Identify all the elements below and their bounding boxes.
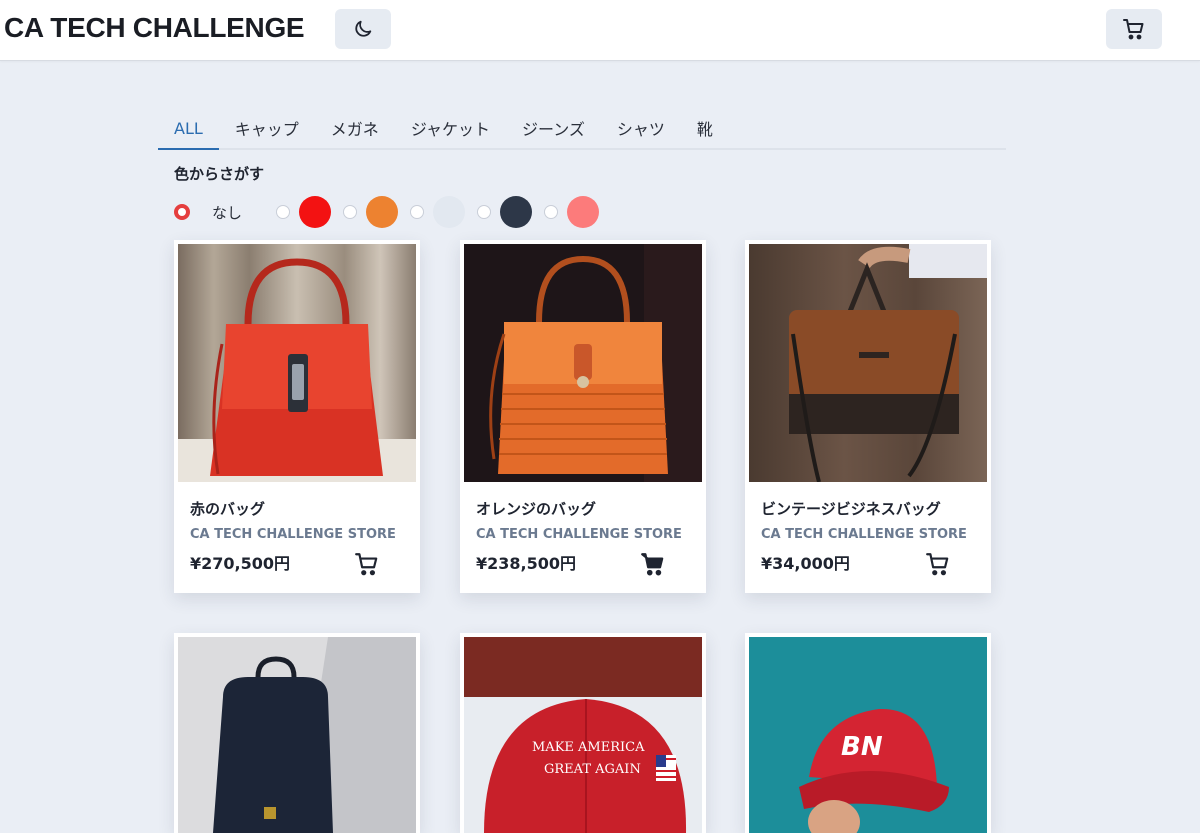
color-swatch-dark-navy[interactable]	[500, 196, 533, 228]
product-card[interactable]	[174, 633, 420, 833]
color-radio-none[interactable]	[174, 204, 190, 220]
product-image-orange-bag[interactable]	[464, 244, 702, 482]
cap-logo-text: BN	[841, 732, 883, 762]
color-option-salmon[interactable]	[544, 196, 600, 228]
product-store: CA TECH CHALLENGE STORE	[761, 527, 967, 542]
tab-glasses[interactable]: メガネ	[315, 108, 395, 148]
cart-outline-icon	[354, 551, 380, 577]
product-card[interactable]: MAKE AMERICA GREAT AGAIN	[460, 633, 706, 833]
color-option-red[interactable]	[276, 196, 332, 228]
product-card[interactable]: ビンテージビジネスバッグ CA TECH CHALLENGE STORE ¥34…	[745, 240, 991, 593]
color-option-dark-navy[interactable]	[477, 196, 533, 228]
product-image-cap-teal[interactable]: BN	[749, 637, 987, 833]
cart-icon	[1122, 17, 1146, 41]
add-to-cart-button[interactable]	[352, 550, 382, 578]
product-price: ¥238,500円	[476, 554, 577, 573]
add-to-cart-button[interactable]	[638, 550, 668, 578]
product-image-business-bag[interactable]	[749, 244, 987, 482]
color-filter: なし	[174, 196, 611, 228]
product-image-red-bag[interactable]	[178, 244, 416, 482]
color-radio-light-gray[interactable]	[410, 205, 425, 219]
color-radio-dark-navy[interactable]	[477, 205, 492, 219]
product-price: ¥270,500円	[190, 554, 291, 573]
color-radio-salmon[interactable]	[544, 205, 559, 219]
cart-filled-icon	[640, 551, 666, 577]
tab-shoes[interactable]: 靴	[681, 108, 729, 148]
color-none-label[interactable]: なし	[212, 202, 242, 223]
color-swatch-red[interactable]	[299, 196, 332, 228]
product-name[interactable]: ビンテージビジネスバッグ	[761, 498, 941, 519]
cap-text-line1: MAKE AMERICA	[532, 740, 645, 755]
cap-text-line2: GREAT AGAIN	[544, 762, 641, 777]
tab-jeans[interactable]: ジーンズ	[506, 108, 601, 148]
add-to-cart-button[interactable]	[923, 550, 953, 578]
color-radio-red[interactable]	[276, 205, 291, 219]
product-name[interactable]: オレンジのバッグ	[476, 498, 596, 519]
cart-button[interactable]	[1106, 9, 1162, 49]
color-filter-title: 色からさがす	[174, 165, 265, 183]
color-radio-orange[interactable]	[343, 205, 358, 219]
tab-jacket[interactable]: ジャケット	[395, 108, 506, 148]
product-store: CA TECH CHALLENGE STORE	[190, 527, 396, 542]
color-option-orange[interactable]	[343, 196, 399, 228]
moon-icon	[352, 18, 374, 40]
header: CA TECH CHALLENGE	[0, 0, 1200, 61]
product-price: ¥34,000円	[761, 554, 850, 573]
theme-toggle-button[interactable]	[335, 9, 391, 49]
site-title[interactable]: CA TECH CHALLENGE	[4, 12, 305, 44]
product-card[interactable]: BN	[745, 633, 991, 833]
product-image-red-cap[interactable]: MAKE AMERICA GREAT AGAIN	[464, 637, 702, 833]
product-name[interactable]: 赤のバッグ	[190, 498, 265, 519]
color-swatch-light-gray[interactable]	[433, 196, 466, 228]
product-card[interactable]: オレンジのバッグ CA TECH CHALLENGE STORE ¥238,50…	[460, 240, 706, 593]
color-option-light-gray[interactable]	[410, 196, 466, 228]
product-store: CA TECH CHALLENGE STORE	[476, 527, 682, 542]
tab-cap[interactable]: キャップ	[219, 108, 315, 148]
color-swatch-orange[interactable]	[366, 196, 399, 228]
category-tabs: ALL キャップ メガネ ジャケット ジーンズ シャツ 靴	[158, 108, 1006, 150]
cart-outline-icon	[925, 551, 951, 577]
product-card[interactable]: 赤のバッグ CA TECH CHALLENGE STORE ¥270,500円	[174, 240, 420, 593]
tab-shirt[interactable]: シャツ	[601, 108, 681, 148]
tab-all[interactable]: ALL	[158, 108, 219, 150]
product-image-backpack[interactable]	[178, 637, 416, 833]
color-swatch-salmon[interactable]	[567, 196, 600, 228]
